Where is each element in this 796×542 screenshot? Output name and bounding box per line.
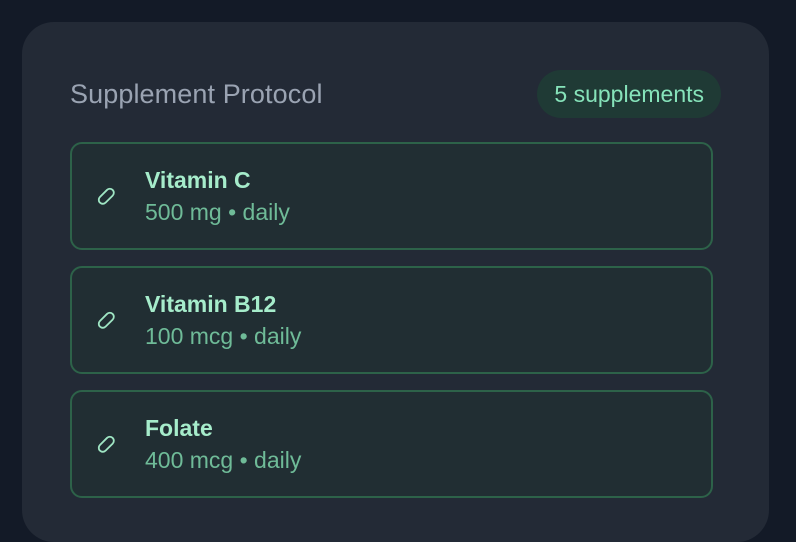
supplement-protocol-card: Supplement Protocol 5 supplements Vitami… — [22, 22, 769, 542]
pill-icon — [97, 435, 115, 453]
supplement-name: Vitamin B12 — [145, 291, 277, 317]
pill-icon — [97, 311, 115, 329]
supplement-name: Vitamin C — [145, 167, 251, 193]
supplement-list: Vitamin C 500 mg • daily Vitamin B12 100… — [70, 142, 713, 514]
pill-icon — [97, 187, 115, 205]
supplement-count-badge: 5 supplements — [537, 70, 721, 118]
card-title: Supplement Protocol — [70, 79, 323, 109]
card-header: Supplement Protocol 5 supplements — [70, 70, 721, 118]
supplement-item-folate[interactable]: Folate 400 mcg • daily — [70, 390, 713, 498]
supplement-dosage: 500 mg • daily — [145, 199, 290, 225]
supplement-item-vitamin-b12[interactable]: Vitamin B12 100 mcg • daily — [70, 266, 713, 374]
supplement-item-vitamin-c[interactable]: Vitamin C 500 mg • daily — [70, 142, 713, 250]
supplement-name: Folate — [145, 415, 213, 441]
supplement-dosage: 100 mcg • daily — [145, 323, 302, 349]
